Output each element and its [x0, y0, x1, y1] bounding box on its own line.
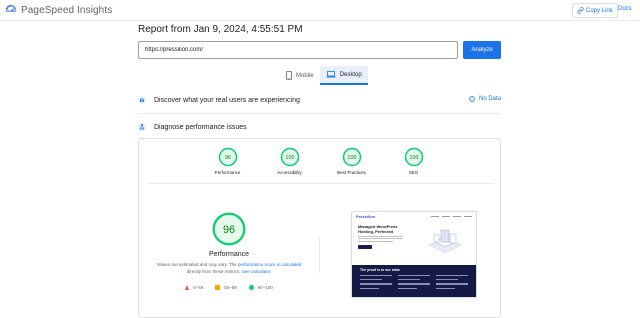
- link-icon: [577, 7, 584, 14]
- score-gauge-icon: 100: [342, 147, 361, 167]
- legend-average: 50–89: [215, 285, 237, 290]
- performance-score-gauge: 96: [212, 212, 246, 246]
- square-icon: [215, 285, 221, 290]
- score-gauge-icon: 96: [218, 147, 237, 167]
- preview-nav-links: [431, 215, 472, 218]
- app-name: PageSpeed Insights: [21, 4, 113, 16]
- note-prefix: Values are estimated and may vary. The: [156, 262, 238, 267]
- gauge-performance-label: Performance: [214, 170, 241, 175]
- device-tabs: Mobile Desktop: [280, 66, 368, 85]
- docs-link[interactable]: Docs: [618, 6, 632, 12]
- gauge-best-practices[interactable]: 100 Best Practices: [332, 147, 372, 175]
- tab-desktop[interactable]: Desktop: [319, 66, 368, 85]
- triangle-icon: [185, 285, 190, 290]
- gauge-accessibility-label: Accessibility: [277, 170, 302, 175]
- url-input[interactable]: [138, 41, 458, 59]
- legend-pass: 90–100: [248, 285, 273, 290]
- performance-title: Performance: [208, 251, 250, 258]
- laptop-icon: [326, 71, 336, 78]
- copy-link-button[interactable]: Copy Link: [572, 3, 618, 18]
- tab-desktop-label: Desktop: [339, 71, 362, 78]
- preview-stats-grid: [360, 275, 468, 289]
- vertical-divider: [319, 237, 320, 273]
- copy-link-label: Copy Link: [586, 7, 613, 14]
- analyze-button[interactable]: Analyze: [463, 41, 501, 59]
- field-data-icon: [138, 96, 146, 104]
- lab-data-icon: [138, 123, 146, 131]
- diagnose-section[interactable]: Diagnose performance issues: [138, 120, 501, 134]
- gauge-seo-label: SEO: [408, 170, 419, 175]
- circle-icon: [248, 285, 254, 290]
- report-title: Report from Jan 9, 2024, 4:55:51 PM: [138, 24, 303, 35]
- score-gauges: 96 Performance 100 Accessibility 100 Bes…: [139, 147, 502, 175]
- gauge-performance-value: 96: [224, 155, 230, 161]
- score-legend: 0–49 50–89 90–100: [185, 285, 273, 290]
- gauge-seo[interactable]: 100 SEO: [394, 147, 434, 175]
- preview-logo: Pressilion: [356, 214, 376, 219]
- gauge-accessibility-value: 100: [285, 155, 294, 161]
- score-calculated-link[interactable]: performance score is calculated: [238, 262, 302, 267]
- gauge-seo-value: 100: [409, 155, 418, 161]
- legend-fail-range: 0–49: [193, 285, 204, 290]
- see-calculator-link[interactable]: See calculator.: [242, 269, 272, 274]
- gauge-accessibility[interactable]: 100 Accessibility: [270, 147, 310, 175]
- legend-fail: 0–49: [185, 285, 203, 290]
- legend-pass-range: 90–100: [257, 285, 273, 290]
- preview-hero: Managed WordPress Hosting, Perfected: [352, 221, 476, 265]
- card-divider: [147, 183, 494, 184]
- field-data-section[interactable]: Discover what your real users are experi…: [138, 93, 501, 107]
- server-illustration-icon: [428, 229, 462, 254]
- preview-cta: [358, 245, 372, 249]
- info-icon: [469, 96, 475, 102]
- performance-score-value: 96: [223, 224, 235, 236]
- tab-mobile[interactable]: Mobile: [280, 66, 320, 85]
- top-bar: PageSpeed Insights Copy Link Docs: [0, 0, 640, 21]
- no-data-indicator[interactable]: No Data: [469, 96, 501, 102]
- no-data-label: No Data: [478, 96, 501, 102]
- performance-note: Values are estimated and may vary. The p…: [149, 262, 309, 275]
- smartphone-icon: [286, 71, 292, 80]
- preview-headline: Managed WordPress Hosting, Perfected: [358, 224, 398, 234]
- gauge-best-practices-label: Best Practices: [337, 170, 366, 175]
- gauge-performance[interactable]: 96 Performance: [208, 147, 248, 175]
- preview-nav: Pressilion: [352, 212, 476, 221]
- preview-stats-section: The proof is in our stats: [352, 265, 476, 297]
- legend-average-range: 50–89: [224, 285, 237, 290]
- gauge-best-practices-value: 100: [347, 155, 356, 161]
- field-data-heading: Discover what your real users are experi…: [154, 96, 300, 104]
- section-divider: [138, 113, 501, 114]
- diagnose-heading: Diagnose performance issues: [154, 123, 247, 131]
- page-screenshot-preview: Pressilion Managed WordPress Hosting, Pe…: [351, 211, 477, 298]
- score-gauge-icon: 100: [404, 147, 423, 167]
- diagnostics-card: 96 Performance 100 Accessibility 100 Bes…: [138, 138, 501, 318]
- note-mid: directly from these metrics.: [186, 268, 242, 274]
- pagespeed-logo-icon: [5, 4, 17, 12]
- score-gauge-icon: 100: [280, 147, 299, 167]
- performance-summary: 96 Performance Values are estimated and …: [139, 211, 319, 290]
- brand[interactable]: PageSpeed Insights: [4, 3, 112, 17]
- preview-stats-title: The proof is in our stats: [360, 268, 400, 272]
- tab-mobile-label: Mobile: [296, 72, 314, 79]
